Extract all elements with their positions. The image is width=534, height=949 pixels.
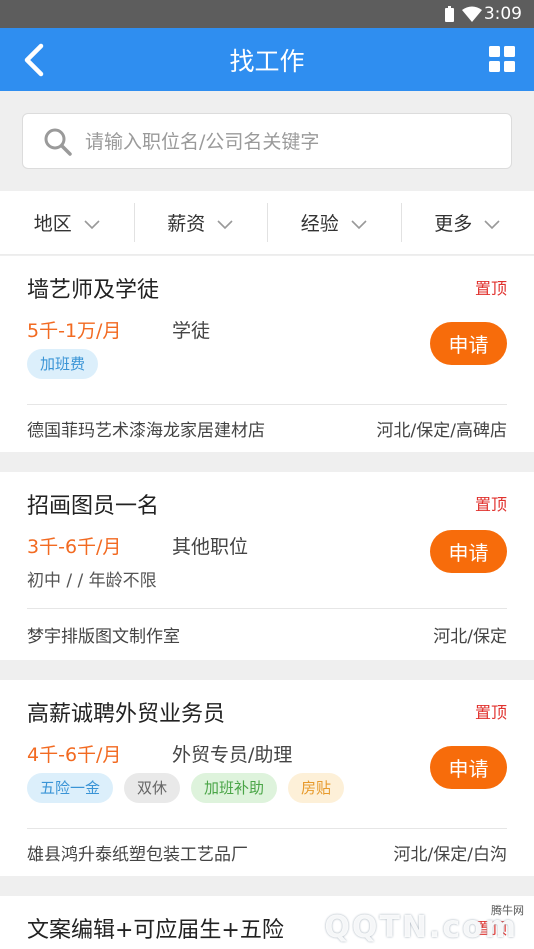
filter-label: 更多 — [434, 213, 473, 235]
company-name: 梦宇排版图文制作室 — [27, 627, 180, 647]
job-location: 河北/保定/白沟 — [393, 845, 507, 865]
job-location: 河北/保定 — [433, 627, 507, 647]
job-title: 高薪诚聘外贸业务员 — [27, 702, 226, 727]
search-input[interactable] — [85, 124, 495, 160]
job-category: 学徒 — [172, 320, 211, 342]
filter-region[interactable]: 地区 — [0, 191, 134, 254]
chevron-down-icon — [84, 219, 100, 229]
site-watermark: 腾牛网 QQTN.com — [324, 896, 528, 946]
job-location: 河北/保定/高碑店 — [376, 421, 507, 441]
search-icon — [44, 128, 72, 156]
job-tags: 五险一金 双休 加班补助 房贴 — [27, 773, 345, 803]
search-area — [0, 91, 534, 191]
pinned-badge: 置顶 — [474, 495, 507, 514]
job-title: 墙艺师及学徒 — [27, 278, 160, 303]
status-time: 3:09 — [483, 4, 522, 24]
pinned-badge: 置顶 — [474, 279, 507, 298]
job-tag: 双休 — [124, 773, 181, 803]
filter-label: 薪资 — [167, 213, 206, 235]
apply-button[interactable]: 申请 — [430, 530, 507, 573]
job-salary: 4千-6千/月 — [27, 744, 122, 766]
job-title: 招画图员一名 — [27, 494, 160, 519]
job-title: 文案编辑+可应届生+五险 — [27, 918, 284, 943]
job-salary: 5千-1万/月 — [27, 320, 122, 342]
page-title: 找工作 — [229, 47, 305, 76]
watermark-logo: QQTN.com — [324, 910, 518, 945]
grid-menu-icon[interactable] — [488, 45, 516, 73]
battery-icon — [445, 6, 454, 22]
divider — [27, 828, 507, 829]
pinned-badge: 置顶 — [474, 703, 507, 722]
job-card[interactable]: 高薪诚聘外贸业务员 置顶 4千-6千/月 外贸专员/助理 五险一金 双休 加班补… — [0, 680, 534, 876]
wifi-icon — [462, 6, 482, 22]
job-category: 其他职位 — [172, 536, 249, 558]
search-box[interactable] — [22, 113, 512, 169]
filter-more[interactable]: 更多 — [400, 191, 534, 254]
filter-experience[interactable]: 经验 — [267, 191, 401, 254]
job-card[interactable]: 招画图员一名 置顶 3千-6千/月 其他职位 初中 / / 年龄不限 申请 梦宇… — [0, 472, 534, 660]
job-tags: 加班费 — [27, 349, 99, 379]
filter-label: 地区 — [33, 213, 72, 235]
job-tag: 房贴 — [288, 773, 345, 803]
job-tag: 五险一金 — [27, 773, 114, 803]
job-salary: 3千-6千/月 — [27, 536, 122, 558]
job-tag: 加班费 — [27, 349, 99, 379]
job-requirements: 初中 / / 年龄不限 — [27, 571, 157, 591]
divider — [27, 608, 507, 609]
chevron-down-icon — [217, 219, 233, 229]
apply-button[interactable]: 申请 — [430, 322, 507, 365]
divider — [27, 404, 507, 405]
company-name: 雄县鸿升泰纸塑包装工艺品厂 — [27, 845, 248, 865]
top-nav-bar: 找工作 — [0, 28, 534, 91]
filter-bar: 地区 薪资 经验 更多 — [0, 191, 534, 255]
chevron-down-icon — [351, 219, 367, 229]
status-bar: 3:09 — [0, 0, 534, 28]
chevron-down-icon — [484, 219, 500, 229]
job-card[interactable]: 墙艺师及学徒 置顶 5千-1万/月 学徒 加班费 申请 德国菲玛艺术漆海龙家居建… — [0, 256, 534, 452]
filter-salary[interactable]: 薪资 — [133, 191, 268, 254]
filter-label: 经验 — [300, 213, 339, 235]
company-name: 德国菲玛艺术漆海龙家居建材店 — [27, 421, 265, 441]
job-category: 外贸专员/助理 — [172, 744, 293, 766]
job-tag: 加班补助 — [191, 773, 278, 803]
apply-button[interactable]: 申请 — [430, 746, 507, 789]
